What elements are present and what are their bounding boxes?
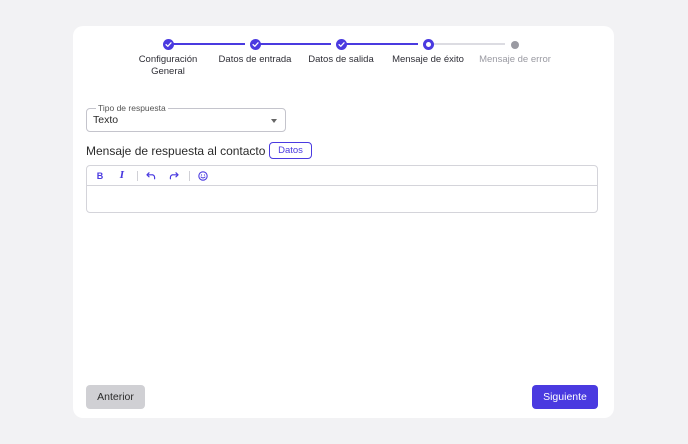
rich-text-editor: B I — [86, 165, 598, 213]
editor-toolbar: B I — [87, 166, 597, 186]
datos-button[interactable]: Datos — [269, 142, 312, 159]
next-button[interactable]: Siguiente — [532, 385, 598, 409]
check-icon — [162, 39, 174, 50]
response-type-legend: Tipo de respuesta — [96, 103, 168, 113]
response-type-select[interactable]: Tipo de respuesta Texto — [86, 103, 286, 132]
bold-icon[interactable]: B — [94, 170, 106, 182]
undo-icon[interactable] — [145, 170, 157, 182]
current-step-icon — [422, 39, 434, 50]
pending-step-icon — [511, 40, 519, 49]
step-label: Datos de salida — [308, 54, 374, 65]
italic-icon[interactable]: I — [116, 170, 128, 182]
wizard-card: Configuración General Datos de entrada Da… — [73, 26, 614, 418]
step-mensaje-error[interactable]: Mensaje de error — [465, 39, 565, 66]
toolbar-divider — [189, 171, 190, 181]
previous-button[interactable]: Anterior — [86, 385, 145, 409]
step-datos-entrada[interactable]: Datos de entrada — [205, 39, 305, 66]
step-mensaje-exito[interactable]: Mensaje de éxito — [378, 39, 478, 66]
step-datos-salida[interactable]: Datos de salida — [291, 39, 391, 66]
step-label: Mensaje de éxito — [392, 54, 464, 65]
toolbar-divider — [137, 171, 138, 181]
stepper: Configuración General Datos de entrada Da… — [73, 26, 614, 106]
step-configuracion-general[interactable]: Configuración General — [118, 39, 218, 78]
response-type-value: Texto — [93, 114, 119, 126]
redo-icon[interactable] — [168, 170, 180, 182]
check-icon — [335, 39, 347, 50]
step-label: Configuración General — [138, 54, 198, 77]
editor-content-area[interactable] — [87, 186, 597, 212]
emoji-icon[interactable] — [197, 170, 209, 182]
step-label: Datos de entrada — [218, 54, 292, 65]
dropdown-arrow-icon[interactable] — [271, 119, 277, 123]
check-icon — [249, 39, 261, 50]
message-section-title: Mensaje de respuesta al contacto — [86, 144, 266, 158]
step-label: Mensaje de error — [479, 54, 551, 65]
